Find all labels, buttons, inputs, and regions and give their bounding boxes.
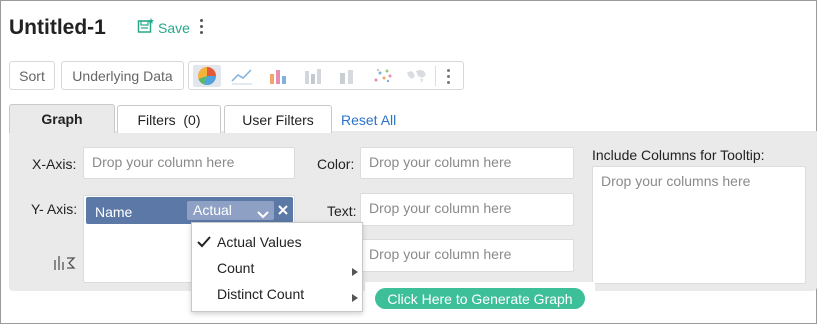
chevron-right-icon bbox=[352, 289, 358, 305]
menu-item-label: Distinct Count bbox=[217, 286, 305, 302]
chevron-right-icon bbox=[352, 263, 358, 279]
save-label: Save bbox=[158, 19, 190, 36]
scatter-chart-icon[interactable] bbox=[369, 65, 397, 87]
aggregate-dropdown-menu: Actual Values Count Distinct Count bbox=[191, 222, 363, 312]
menu-item-actual-values[interactable]: Actual Values bbox=[192, 229, 364, 255]
bar-chart-icon[interactable] bbox=[264, 65, 292, 87]
stacked-bar-chart-icon[interactable] bbox=[299, 65, 327, 87]
tab-user-filters[interactable]: User Filters bbox=[224, 105, 332, 133]
menu-item-distinct-count[interactable]: Distinct Count bbox=[192, 281, 364, 307]
menu-item-label: Count bbox=[217, 260, 255, 276]
color-drop-zone[interactable]: Drop your column here bbox=[360, 147, 574, 179]
sort-button[interactable]: Sort bbox=[9, 61, 55, 90]
remove-field-icon[interactable] bbox=[277, 203, 289, 217]
chart-more-icon[interactable] bbox=[443, 66, 453, 86]
reset-all-link[interactable]: Reset All bbox=[341, 112, 396, 128]
column-chart-icon[interactable] bbox=[334, 65, 362, 87]
y-axis-field-pill[interactable]: Name Actual bbox=[86, 197, 293, 224]
aggregate-value: Actual bbox=[193, 202, 232, 218]
toolbar-divider bbox=[435, 66, 436, 86]
map-chart-icon[interactable] bbox=[403, 65, 431, 87]
field-name: Name bbox=[95, 204, 133, 220]
x-axis-label: X-Axis: bbox=[32, 156, 77, 172]
menu-item-label: Actual Values bbox=[217, 234, 302, 250]
tooltip-drop-zone[interactable]: Drop your columns here bbox=[592, 166, 806, 284]
x-axis-drop-zone[interactable]: Drop your column here bbox=[83, 147, 295, 179]
y-axis-label: Y- Axis: bbox=[31, 201, 78, 217]
text-drop-zone[interactable]: Drop your column here bbox=[360, 193, 574, 226]
save-button[interactable]: Save bbox=[137, 17, 190, 38]
tooltip-label: Include Columns for Tooltip: bbox=[592, 147, 765, 163]
text-label: Text: bbox=[327, 203, 357, 219]
chart-type-toolbar bbox=[188, 61, 464, 90]
axis-settings-icon[interactable] bbox=[53, 254, 77, 277]
line-chart-icon[interactable] bbox=[228, 65, 256, 87]
underlying-data-button[interactable]: Underlying Data bbox=[61, 61, 184, 90]
aggregate-select[interactable]: Actual bbox=[187, 201, 274, 220]
color-label: Color: bbox=[317, 156, 355, 172]
chevron-down-icon bbox=[257, 206, 269, 222]
tab-graph[interactable]: Graph bbox=[9, 104, 115, 133]
more-options-icon[interactable] bbox=[196, 16, 206, 38]
menu-item-count[interactable]: Count bbox=[192, 255, 364, 281]
size-drop-zone[interactable]: Drop your column here bbox=[360, 239, 574, 272]
generate-graph-button[interactable]: Click Here to Generate Graph bbox=[375, 288, 585, 309]
tab-filters[interactable]: Filters (0) bbox=[117, 105, 221, 133]
save-icon bbox=[137, 17, 155, 38]
report-title[interactable]: Untitled-1 bbox=[9, 16, 106, 40]
pie-chart-icon[interactable] bbox=[193, 65, 221, 87]
check-icon bbox=[197, 235, 211, 251]
